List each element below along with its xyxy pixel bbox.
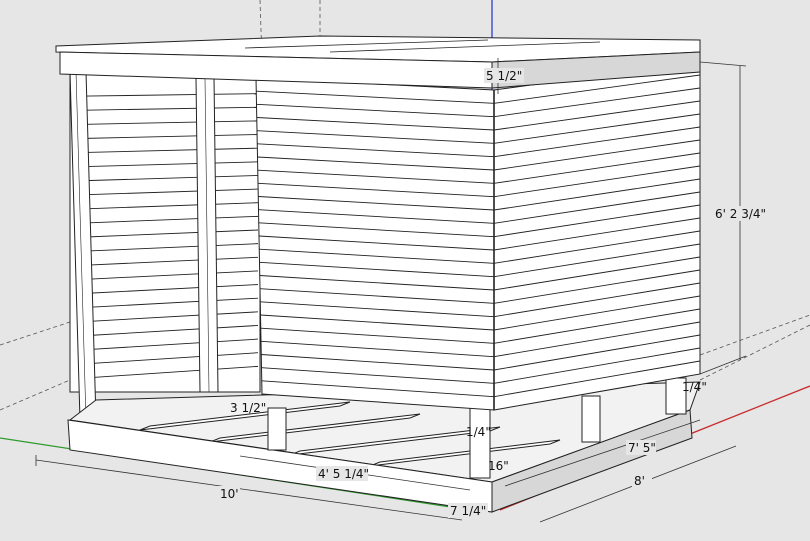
sketchup-viewport[interactable]: 5 1/2" 6' 2 3/4" 3 1/2" 4' 5 1/4" 10' 7 … — [0, 0, 810, 541]
front-wall — [255, 77, 495, 411]
dim-floor-joist: 3 1/2" — [230, 401, 266, 415]
dim-front-span: 4' 5 1/4" — [318, 467, 369, 481]
dim-joist-spacing: 16" — [488, 459, 509, 473]
back-wall — [69, 71, 261, 393]
dim-base-height: 7 1/4" — [450, 504, 486, 518]
shed-3d-model[interactable]: 5 1/2" 6' 2 3/4" 3 1/2" 4' 5 1/4" 10' 7 … — [0, 0, 810, 541]
dim-side-width: 8' — [634, 474, 645, 488]
middle-post — [195, 77, 219, 393]
dim-wall-height: 6' 2 3/4" — [715, 207, 766, 221]
dim-right-small: 1/4" — [682, 380, 707, 394]
dim-side-inner: 7' 5" — [628, 441, 656, 455]
dim-length: 10' — [220, 487, 239, 501]
right-wall — [493, 61, 701, 411]
dim-top-thickness: 5 1/2" — [486, 69, 522, 83]
dim-corner-gap: 1/4" — [466, 425, 491, 439]
